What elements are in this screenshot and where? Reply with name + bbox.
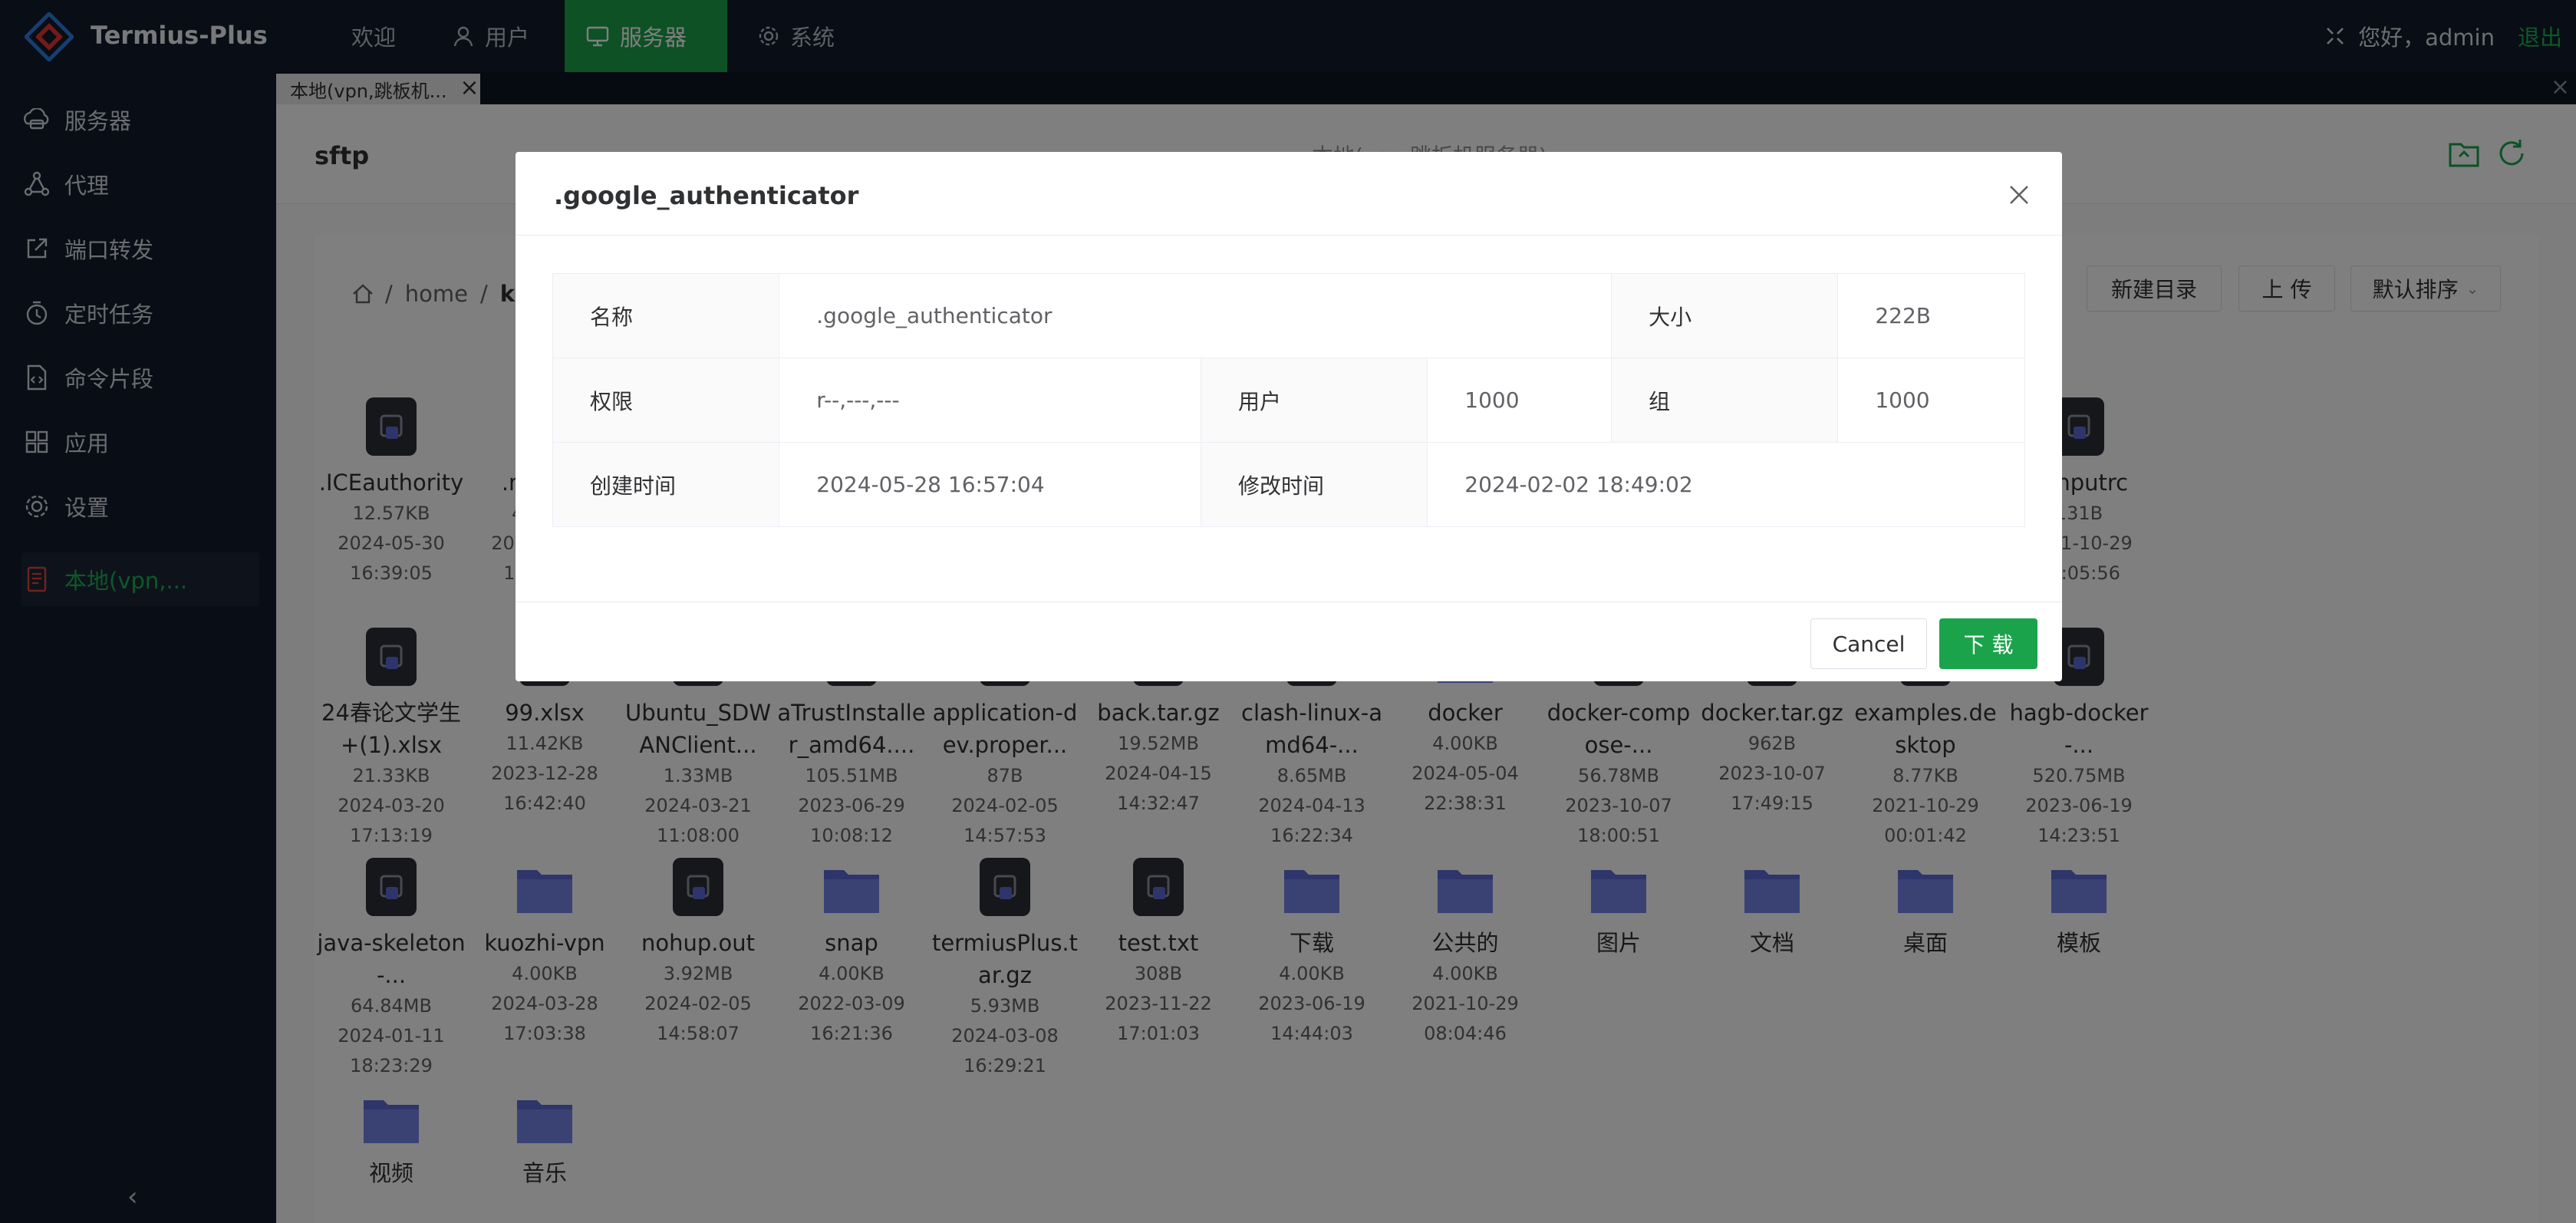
name-label: 名称 xyxy=(552,273,780,358)
divider xyxy=(516,235,2062,236)
dialog-title: .google_authenticator xyxy=(554,181,859,210)
user-value: 1000 xyxy=(1427,358,1612,443)
cancel-button[interactable]: Cancel xyxy=(1810,618,1927,669)
download-button[interactable]: 下 载 xyxy=(1939,618,2037,669)
permission-label: 权限 xyxy=(552,358,780,443)
created-time-label: 创建时间 xyxy=(552,442,780,527)
modified-time-value: 2024-02-02 18:49:02 xyxy=(1427,442,2025,527)
permission-value: r--,---,--- xyxy=(779,358,1201,443)
file-info-table: 名称 .google_authenticator 大小 222B 权限 r--,… xyxy=(552,273,2025,527)
file-info-dialog: .google_authenticator 名称 .google_authent… xyxy=(516,152,2062,681)
group-value: 1000 xyxy=(1837,358,2025,443)
modified-time-label: 修改时间 xyxy=(1200,442,1428,527)
size-label: 大小 xyxy=(1611,273,1839,358)
created-time-value: 2024-05-28 16:57:04 xyxy=(779,442,1201,527)
user-label: 用户 xyxy=(1200,358,1428,443)
name-value: .google_authenticator xyxy=(779,273,1612,358)
close-icon[interactable] xyxy=(2004,180,2034,210)
group-label: 组 xyxy=(1611,358,1839,443)
size-value: 222B xyxy=(1837,273,2025,358)
